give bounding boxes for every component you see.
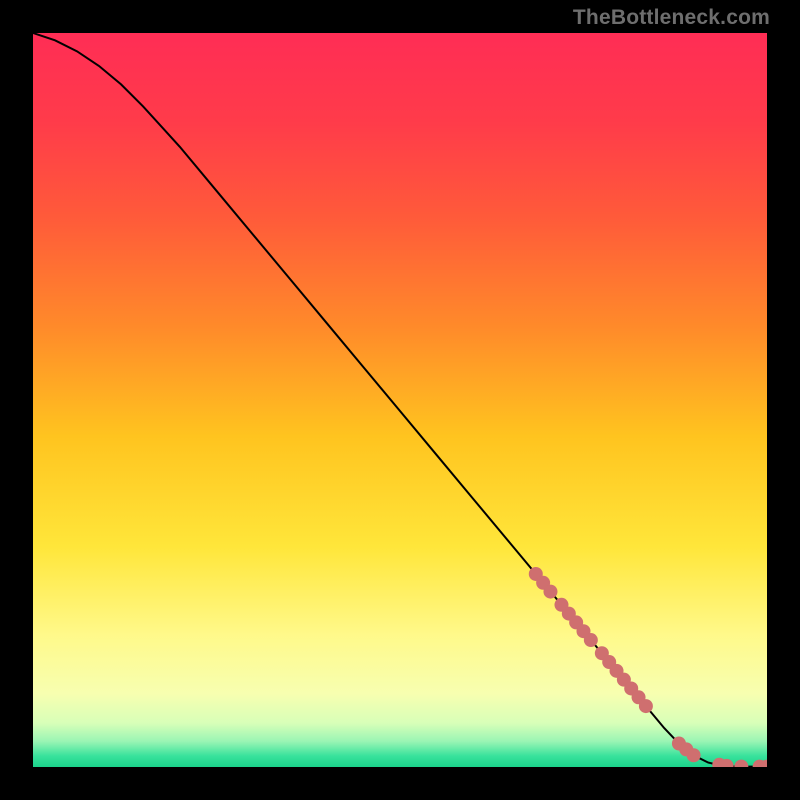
- marker-dot: [639, 699, 653, 713]
- plot-area: [33, 33, 767, 767]
- watermark-text: TheBottleneck.com: [573, 6, 770, 30]
- marker-dot: [584, 633, 598, 647]
- marker-dot: [687, 748, 701, 762]
- marker-dot: [543, 585, 557, 599]
- gradient-background: [33, 33, 767, 767]
- chart-frame: TheBottleneck.com: [0, 0, 800, 800]
- chart-svg: [33, 33, 767, 767]
